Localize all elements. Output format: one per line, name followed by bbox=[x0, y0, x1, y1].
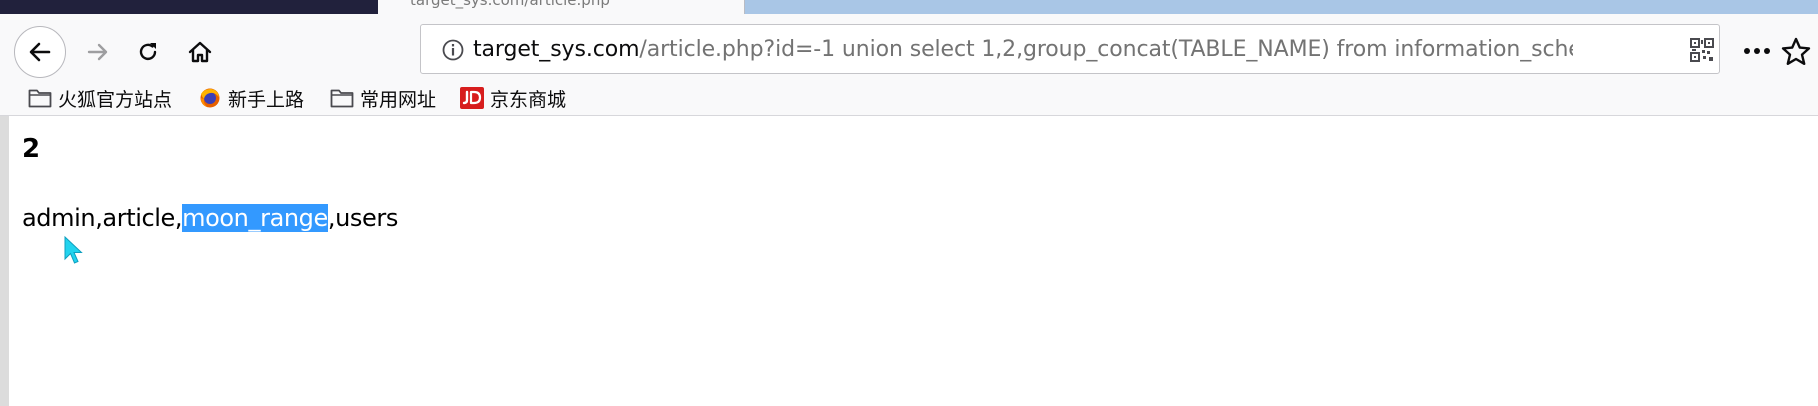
tab-inactive[interactable] bbox=[0, 0, 378, 14]
home-icon bbox=[188, 41, 212, 63]
forward-button[interactable] bbox=[78, 32, 118, 72]
query-result-number: 2 bbox=[22, 134, 41, 164]
bookmark-item[interactable]: 火狐官方站点 bbox=[28, 84, 172, 112]
firefox-icon bbox=[200, 88, 220, 108]
selected-table-name: moon_range bbox=[182, 204, 328, 232]
back-button[interactable] bbox=[14, 26, 66, 78]
page-actions-button[interactable] bbox=[1740, 38, 1774, 64]
table-names-output: admin,article,moon_range,users bbox=[22, 204, 398, 232]
address-bar[interactable]: target_sys.com/article.php?id=-1 union s… bbox=[420, 24, 1720, 74]
bookmarks-toolbar: 火狐官方站点 新手上路 常用网址 京东商城 bbox=[0, 80, 1818, 116]
bookmark-item[interactable]: 新手上路 bbox=[198, 84, 304, 112]
reload-icon bbox=[139, 43, 157, 61]
folder-icon bbox=[330, 89, 354, 108]
tab-strip: target_sys.com/article.php bbox=[0, 0, 1818, 14]
reload-button[interactable] bbox=[128, 32, 168, 72]
window-left-edge bbox=[0, 116, 9, 406]
bookmark-label: 京东商城 bbox=[490, 88, 567, 111]
table-names-after: ,users bbox=[327, 204, 398, 232]
tab-active[interactable]: target_sys.com/article.php bbox=[378, 0, 745, 14]
folder-icon bbox=[28, 89, 52, 108]
navigation-toolbar: target_sys.com/article.php?id=-1 union s… bbox=[0, 14, 1818, 80]
bookmark-label: 火狐官方站点 bbox=[58, 88, 173, 111]
bookmark-item[interactable]: 京东商城 bbox=[460, 84, 566, 112]
info-circle-icon[interactable] bbox=[441, 38, 465, 62]
bookmark-item[interactable]: 常用网址 bbox=[330, 84, 436, 112]
tab-strip-empty bbox=[745, 0, 1818, 14]
url-host: target_sys.com bbox=[473, 37, 640, 62]
bookmark-label: 新手上路 bbox=[228, 88, 305, 111]
table-names-before: admin,article, bbox=[22, 204, 183, 232]
qr-code-icon[interactable] bbox=[1689, 37, 1715, 63]
tab-title: target_sys.com/article.php bbox=[410, 0, 610, 9]
forward-arrow-icon bbox=[87, 43, 108, 61]
back-arrow-icon bbox=[29, 42, 51, 62]
jd-icon bbox=[460, 87, 484, 109]
url-path: /article.php?id=-1 union select 1,2,grou… bbox=[639, 37, 1573, 62]
mouse-cursor-icon bbox=[64, 236, 83, 264]
url-text[interactable]: target_sys.com/article.php?id=-1 union s… bbox=[473, 37, 1573, 63]
home-button[interactable] bbox=[180, 32, 220, 72]
bookmark-label: 常用网址 bbox=[360, 88, 437, 111]
ellipsis-icon bbox=[1744, 48, 1770, 54]
star-icon[interactable] bbox=[1780, 36, 1812, 68]
